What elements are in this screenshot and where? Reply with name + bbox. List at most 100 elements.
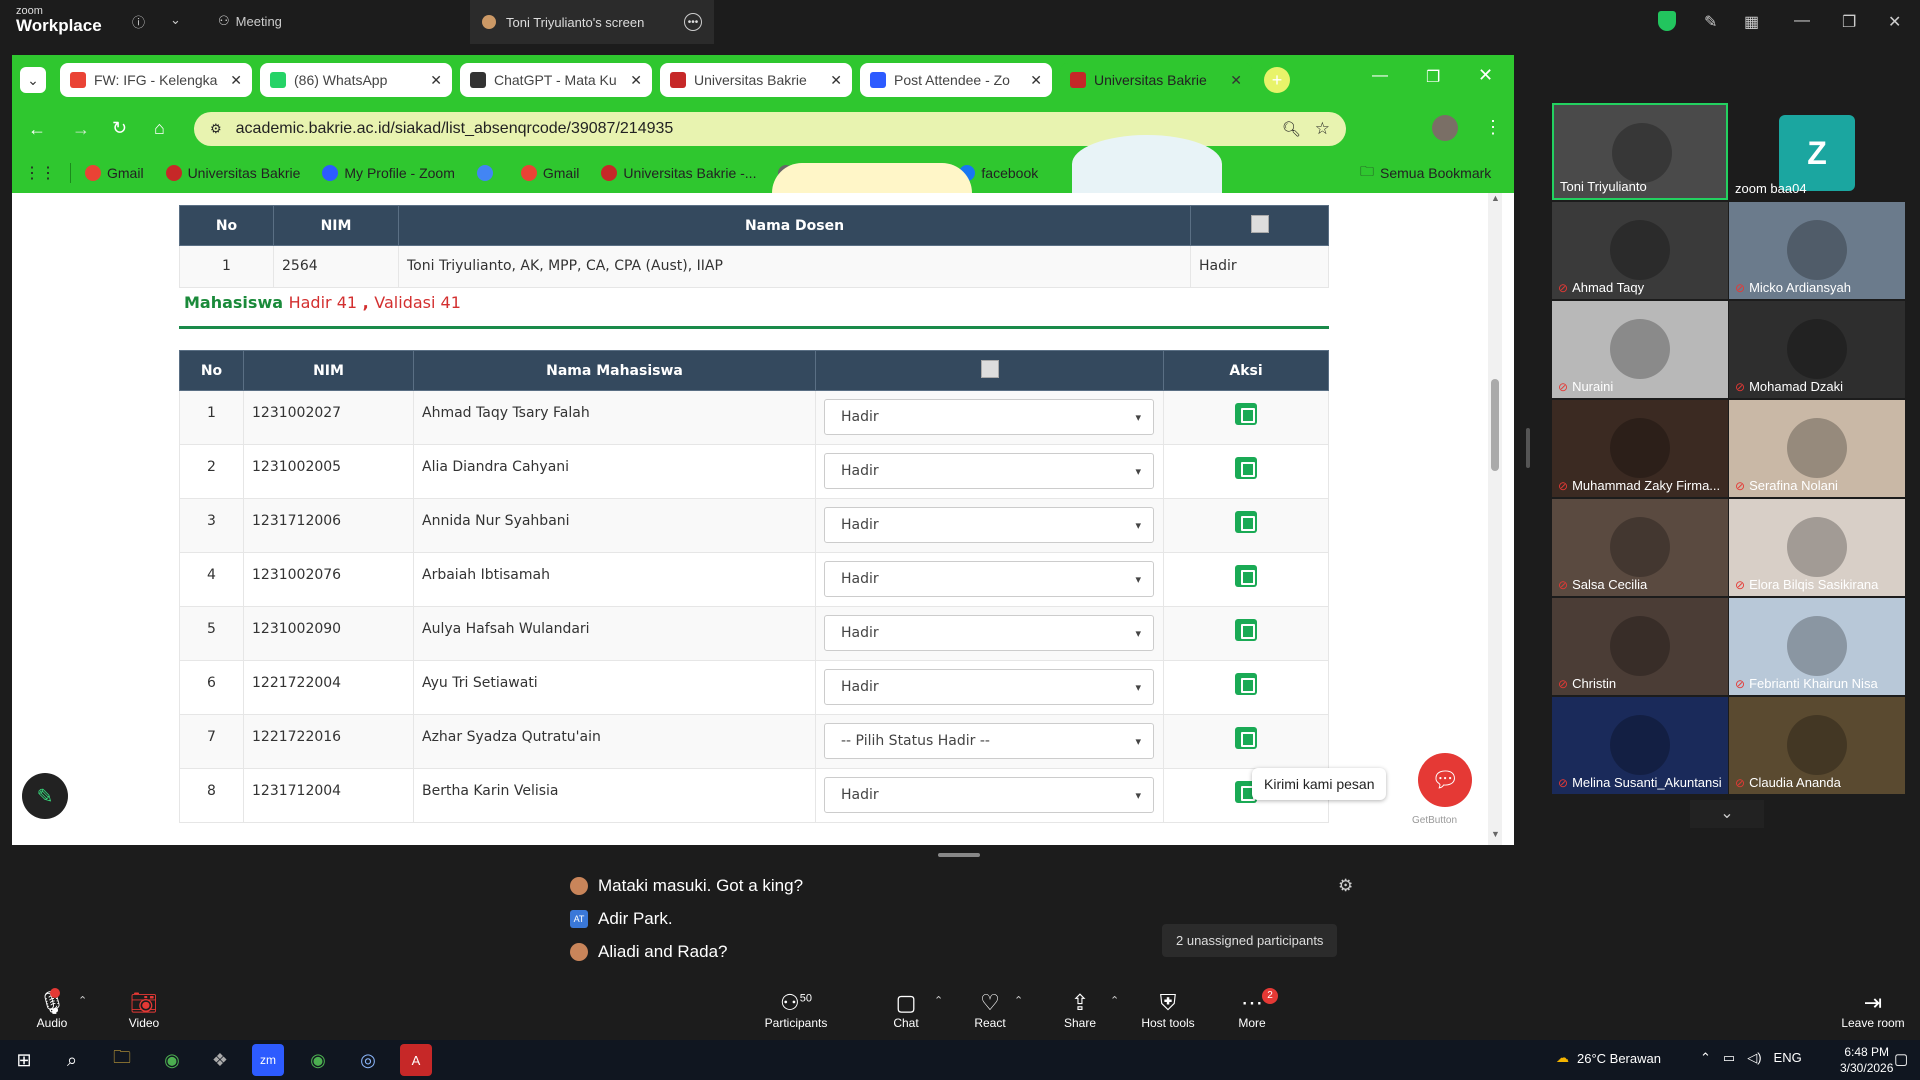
- annotate-icon[interactable]: ✎: [1704, 12, 1717, 32]
- close-tab-icon[interactable]: ✕: [230, 72, 242, 89]
- panel-resize-handle[interactable]: [1526, 428, 1530, 468]
- participant-tile[interactable]: ⊘ Christin: [1552, 598, 1728, 695]
- pdf-reader-icon[interactable]: A: [400, 1044, 432, 1076]
- participant-tile[interactable]: Zzoom baa04: [1729, 103, 1905, 200]
- browser-tab[interactable]: Universitas Bakrie ✕: [1060, 63, 1252, 97]
- bookmark-item[interactable]: [476, 165, 499, 181]
- participants-button[interactable]: ⚇50 Participants: [756, 990, 836, 1030]
- chat-widget-button[interactable]: 💬︎: [1418, 753, 1472, 807]
- share-options-chevron-icon[interactable]: ⌃: [1110, 994, 1119, 1007]
- notifications-icon[interactable]: ▢: [1894, 1050, 1908, 1068]
- save-icon[interactable]: [1235, 727, 1257, 749]
- browser-tab[interactable]: FW: IFG - Kelengka ✕: [60, 63, 252, 97]
- scroll-up-icon[interactable]: ▲: [1491, 193, 1500, 203]
- chat-widget-bubble[interactable]: Kirimi kami pesan: [1252, 768, 1387, 800]
- save-icon[interactable]: [1235, 565, 1257, 587]
- select-all-checkbox[interactable]: [980, 359, 999, 378]
- participant-tile[interactable]: ⊘ Febrianti Khairun Nisa: [1729, 598, 1905, 695]
- close-tab-icon[interactable]: ✕: [1230, 72, 1242, 89]
- bookmark-item[interactable]: Universitas Bakrie -...: [601, 165, 756, 181]
- edit-pen-button[interactable]: ✎: [22, 773, 68, 819]
- share-screen-tab[interactable]: Toni Triyulianto's screen •••: [470, 0, 714, 44]
- participant-tile[interactable]: ⊘ Nuraini: [1552, 301, 1728, 398]
- bookmark-item[interactable]: My Profile - Zoom: [322, 165, 455, 181]
- status-select[interactable]: Hadir ▾: [824, 777, 1154, 813]
- new-tab-button[interactable]: +: [1264, 67, 1290, 93]
- bookmark-star-icon[interactable]: ☆: [1315, 119, 1330, 139]
- app-icon[interactable]: ❖: [204, 1044, 236, 1076]
- audio-options-chevron-icon[interactable]: ⌃: [78, 994, 87, 1007]
- minimize-icon[interactable]: —: [1372, 67, 1388, 85]
- apps-icon[interactable]: ⋮⋮: [24, 163, 56, 183]
- save-icon[interactable]: [1235, 511, 1257, 533]
- all-bookmarks-folder[interactable]: 🗀 Semua Bookmark: [1360, 161, 1491, 185]
- network-icon[interactable]: ▭: [1723, 1050, 1735, 1066]
- participant-tile[interactable]: ⊘ Melina Susanti_Akuntansi: [1552, 697, 1728, 794]
- select-all-checkbox[interactable]: [1250, 214, 1269, 233]
- restore-icon[interactable]: ❐: [1842, 12, 1856, 32]
- site-info-icon[interactable]: ⚙: [210, 121, 222, 137]
- restore-icon[interactable]: ❐: [1426, 67, 1440, 87]
- more-button[interactable]: ⋯ More: [1212, 990, 1292, 1030]
- app-icon[interactable]: ◎: [352, 1044, 384, 1076]
- participant-tile[interactable]: ⊘ Claudia Ananda: [1729, 697, 1905, 794]
- react-options-chevron-icon[interactable]: ⌃: [1014, 994, 1023, 1007]
- save-icon[interactable]: [1235, 403, 1257, 425]
- browser-tab[interactable]: Post Attendee - Zo ✕: [860, 63, 1052, 97]
- more-options-icon[interactable]: •••: [684, 13, 702, 31]
- close-tab-icon[interactable]: ✕: [430, 72, 442, 89]
- chrome-icon[interactable]: ◉: [156, 1044, 188, 1076]
- close-icon[interactable]: ✕: [1888, 12, 1901, 32]
- scrollbar[interactable]: ▲ ▼: [1488, 193, 1502, 845]
- participant-tile[interactable]: ⊘ Mohamad Dzaki: [1729, 301, 1905, 398]
- meeting-button[interactable]: ⚇ Meeting: [218, 13, 282, 29]
- status-select[interactable]: Hadir ▾: [824, 615, 1154, 651]
- bookmark-item[interactable]: Gmail: [85, 165, 144, 181]
- search-icon[interactable]: ⌕: [56, 1044, 88, 1076]
- status-select[interactable]: Hadir ▾: [824, 561, 1154, 597]
- status-select[interactable]: Hadir ▾: [824, 507, 1154, 543]
- participant-tile[interactable]: ⊘ Micko Ardiansyah: [1729, 202, 1905, 299]
- close-tab-icon[interactable]: ✕: [1030, 72, 1042, 89]
- profile-avatar[interactable]: [1432, 115, 1458, 141]
- browser-tab[interactable]: Universitas Bakrie ✕: [660, 63, 852, 97]
- bookmark-item[interactable]: Gmail: [520, 165, 579, 181]
- close-tab-icon[interactable]: ✕: [830, 72, 842, 89]
- host-tools-button[interactable]: ⛨ Host tools: [1128, 990, 1208, 1030]
- zoom-taskbar-icon[interactable]: zm: [252, 1044, 284, 1076]
- browser-tab[interactable]: (86) WhatsApp ✕: [260, 63, 452, 97]
- participant-tile[interactable]: ⊘ Serafina Nolani: [1729, 400, 1905, 497]
- browser-tab[interactable]: ChatGPT - Mata Ku ✕: [460, 63, 652, 97]
- weather-widget[interactable]: ☁ 26°C Berawan: [1556, 1050, 1661, 1066]
- chevron-down-icon[interactable]: ⌄: [170, 12, 181, 28]
- status-select[interactable]: Hadir ▾: [824, 399, 1154, 435]
- participant-tile[interactable]: ⊘ Elora Bilqis Sasikirana: [1729, 499, 1905, 596]
- save-icon[interactable]: [1235, 457, 1257, 479]
- share-button[interactable]: ⇪ Share: [1040, 990, 1120, 1030]
- home-icon[interactable]: ⌂: [154, 118, 165, 139]
- scroll-down-icon[interactable]: ▼: [1491, 829, 1500, 839]
- status-select[interactable]: Hadir ▾: [824, 453, 1154, 489]
- zoom-icon[interactable]: 🔍︎: [1282, 120, 1301, 138]
- clock[interactable]: 6:48 PM 3/30/2026: [1840, 1044, 1893, 1076]
- bookmark-item[interactable]: facebook: [959, 165, 1038, 181]
- leave-room-button[interactable]: ⇥ Leave room: [1828, 990, 1918, 1030]
- tab-search-icon[interactable]: ⌄: [20, 67, 46, 93]
- file-explorer-icon[interactable]: 🗀: [106, 1044, 138, 1076]
- info-icon[interactable]: ⓘ: [132, 12, 145, 31]
- shield-icon[interactable]: [1658, 11, 1676, 31]
- minimize-icon[interactable]: —: [1794, 12, 1810, 30]
- save-icon[interactable]: [1235, 619, 1257, 641]
- chat-options-chevron-icon[interactable]: ⌃: [934, 994, 943, 1007]
- bookmark-item[interactable]: Universitas Bakrie: [165, 165, 300, 181]
- show-hidden-icons-icon[interactable]: ⌃: [1700, 1050, 1711, 1066]
- video-button[interactable]: 📷︎ Video: [104, 990, 184, 1030]
- caption-drag-handle[interactable]: [938, 853, 980, 857]
- participant-tile[interactable]: Toni Triyulianto: [1552, 103, 1728, 200]
- status-select[interactable]: Hadir ▾: [824, 669, 1154, 705]
- chrome-icon[interactable]: ◉: [302, 1044, 334, 1076]
- caption-settings-icon[interactable]: ⚙: [1338, 876, 1353, 896]
- close-icon[interactable]: ✕: [1478, 65, 1493, 86]
- close-tab-icon[interactable]: ✕: [630, 72, 642, 89]
- forward-icon[interactable]: →: [72, 119, 90, 140]
